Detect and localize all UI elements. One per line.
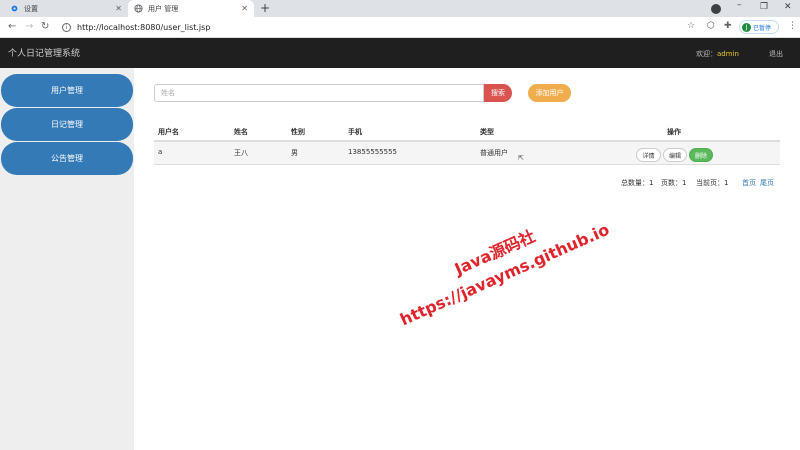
profile-button[interactable]: J 已暂停	[739, 20, 779, 34]
extension-icon[interactable]: ⬡	[707, 21, 715, 31]
app-header: 个人日记管理系统 欢迎：admin 退出	[0, 38, 800, 68]
detail-button[interactable]: 详情	[636, 148, 661, 162]
sidebar-item-users[interactable]: 用户管理	[1, 74, 133, 107]
welcome-label: 欢迎：	[696, 50, 717, 58]
info-icon[interactable]: i	[62, 23, 71, 32]
sidebar-item-diaries[interactable]: 日记管理	[1, 108, 133, 141]
globe-icon	[134, 4, 143, 13]
sidebar: 用户管理 日记管理 公告管理	[0, 68, 134, 450]
gear-icon	[10, 4, 19, 13]
cell-name: 王八	[234, 149, 248, 157]
avatar: J	[742, 22, 751, 32]
total-count-label: 总数量：	[621, 179, 649, 187]
app-title: 个人日记管理系统	[8, 49, 81, 59]
column-header-phone: 手机	[348, 128, 362, 136]
cell-username: a	[158, 148, 163, 156]
sidebar-item-notices[interactable]: 公告管理	[1, 142, 133, 175]
minimize-icon[interactable]: –	[737, 0, 742, 10]
page-count-label: 页数：	[661, 179, 682, 187]
current-page-value: 1	[724, 179, 729, 187]
close-icon[interactable]: ✕	[115, 4, 122, 13]
browser-tab-settings[interactable]: 设置 ✕	[4, 0, 128, 17]
column-header-username: 用户名	[158, 128, 179, 136]
browser-toolbar: ← → ↻ i http://localhost:8080/user_list.…	[0, 17, 800, 38]
delete-button[interactable]: 删除	[689, 148, 713, 162]
total-count: 总数量：1	[621, 178, 653, 188]
forward-icon[interactable]: →	[25, 21, 33, 32]
mouse-cursor-icon: ⇱	[518, 154, 524, 162]
puzzle-icon[interactable]: ✚	[724, 21, 732, 31]
current-username: admin	[717, 50, 739, 58]
cell-type: 普通用户	[480, 149, 508, 157]
close-window-icon[interactable]: ✕	[784, 2, 792, 12]
browser-tab-title: 设置	[24, 4, 38, 13]
back-icon[interactable]: ←	[8, 21, 16, 32]
tab-search-icon[interactable]	[711, 4, 721, 14]
more-menu-icon[interactable]: ⋮	[788, 21, 797, 31]
column-header-name: 姓名	[234, 128, 248, 136]
browser-tab-user-manage[interactable]: 用户 管理 ✕	[128, 0, 254, 17]
first-page-link[interactable]: 首页	[742, 178, 756, 188]
column-header-gender: 性别	[291, 128, 305, 136]
add-user-button[interactable]: 添加用户	[528, 84, 571, 102]
browser-tab-title: 用户 管理	[148, 4, 179, 13]
cell-phone: 13855555555	[348, 148, 397, 156]
address-bar[interactable]: i http://localhost:8080/user_list.jsp	[56, 20, 698, 35]
browser-tabstrip: 设置 ✕ 用户 管理 ✕ + – ❐ ✕	[0, 0, 800, 17]
search-input[interactable]	[154, 84, 484, 102]
current-page: 当前页：1	[696, 178, 728, 188]
welcome-text: 欢迎：admin	[696, 49, 739, 59]
watermark: Java源码社 https://javayms.github.io	[385, 195, 615, 332]
reload-icon[interactable]: ↻	[41, 21, 49, 32]
last-page-link[interactable]: 尾页	[760, 178, 774, 188]
edit-button[interactable]: 编辑	[663, 148, 687, 162]
logout-link[interactable]: 退出	[769, 49, 783, 59]
bookmark-star-icon[interactable]: ☆	[687, 21, 695, 31]
close-icon[interactable]: ✕	[241, 4, 248, 13]
profile-status: 已暂停	[753, 24, 772, 32]
page-count-value: 1	[682, 179, 687, 187]
restore-icon[interactable]: ❐	[760, 2, 768, 12]
cell-gender: 男	[291, 149, 298, 157]
url-text: http://localhost:8080/user_list.jsp	[77, 23, 211, 32]
new-tab-button[interactable]: +	[260, 1, 270, 15]
current-page-label: 当前页：	[696, 179, 724, 187]
search-button[interactable]: 搜索	[484, 84, 512, 102]
page-count: 页数：1	[661, 178, 686, 188]
column-header-type: 类型	[480, 128, 494, 136]
column-header-actions: 操作	[667, 128, 681, 136]
total-count-value: 1	[649, 179, 654, 187]
